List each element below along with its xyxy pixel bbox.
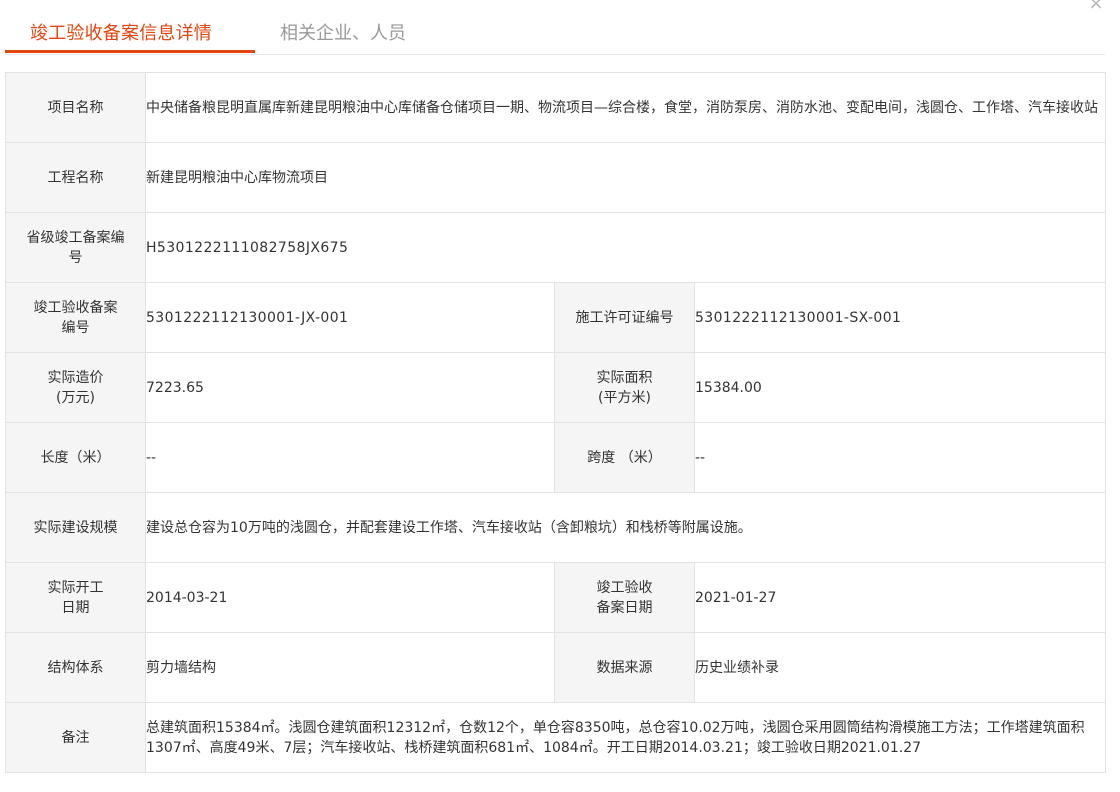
label-line: 实际造价 [47, 369, 104, 386]
tab-active-indicator [5, 50, 255, 53]
provincial-record-no-value: H5301222111082758JX675 [144, 212, 1107, 283]
record-no-value: 5301222112130001-JX-001 [145, 282, 555, 353]
field-label: 竣工验收 备案日期 [554, 562, 695, 633]
label-line: 竣工验收 [596, 579, 653, 596]
table-row: 实际建设规模 建设总仓容为10万吨的浅圆仓，并配套建设工作塔、汽车接收站（含卸粮… [5, 492, 1107, 563]
field-label: 项目名称 [5, 72, 146, 143]
tab-related-companies-personnel[interactable]: 相关企业、人员 [280, 20, 440, 54]
field-label: 实际建设规模 [5, 492, 146, 563]
table-row: 备注 总建筑面积15384㎡。浅圆仓建筑面积12312㎡，仓数12个，单仓容83… [5, 702, 1107, 773]
record-details-table: 项目名称 中央储备粮昆明直属库新建昆明粮油中心库储备仓储项目一期、物流项目—综合… [5, 72, 1107, 773]
table-row: 实际造价 (万元) 7223.65 实际面积 (平方米) 15384.00 [5, 352, 1107, 423]
label-line: 省级竣工备案编 [26, 229, 125, 246]
field-label: 施工许可证编号 [554, 282, 695, 353]
tab-label: 相关企业、人员 [280, 23, 406, 44]
field-label: 省级竣工备案编 号 [5, 212, 146, 283]
field-label: 长度（米） [5, 422, 146, 493]
label-line: 实际开工 [47, 579, 104, 596]
start-date-value: 2014-03-21 [145, 562, 555, 633]
label-line: (万元) [56, 389, 95, 406]
label-line: (平方米) [598, 389, 651, 406]
label-line: 日期 [61, 599, 90, 616]
label-line: 竣工验收备案 [33, 299, 118, 316]
span-value: -- [693, 422, 1107, 493]
table-row: 省级竣工备案编 号 H5301222111082758JX675 [5, 212, 1107, 283]
field-label: 备注 [5, 702, 146, 773]
tab-completion-record-details[interactable]: 竣工验收备案信息详情 [5, 20, 255, 54]
label-line: 备案日期 [596, 599, 653, 616]
table-row: 项目名称 中央储备粮昆明直属库新建昆明粮油中心库储备仓储项目一期、物流项目—综合… [5, 72, 1107, 143]
construction-scale-value: 建设总仓容为10万吨的浅圆仓，并配套建设工作塔、汽车接收站（含卸粮坑）和栈桥等附… [144, 492, 1107, 563]
tab-bar: 竣工验收备案信息详情 相关企业、人员 [5, 0, 1105, 55]
label-line: 编号 [61, 319, 90, 336]
label-line: 号 [68, 249, 83, 266]
table-row: 实际开工 日期 2014-03-21 竣工验收 备案日期 2021-01-27 [5, 562, 1107, 633]
structure-value: 剪力墙结构 [145, 632, 555, 703]
engineering-name-value: 新建昆明粮油中心库物流项目 [144, 142, 1107, 213]
field-label: 实际面积 (平方米) [554, 352, 695, 423]
remarks-value: 总建筑面积15384㎡。浅圆仓建筑面积12312㎡，仓数12个，单仓容8350吨… [144, 702, 1107, 773]
project-name-value: 中央储备粮昆明直属库新建昆明粮油中心库储备仓储项目一期、物流项目—综合楼，食堂，… [144, 72, 1107, 143]
table-row: 长度（米） -- 跨度 （米） -- [5, 422, 1107, 493]
field-label: 工程名称 [5, 142, 146, 213]
actual-area-value: 15384.00 [693, 352, 1107, 423]
field-label: 结构体系 [5, 632, 146, 703]
field-label: 竣工验收备案 编号 [5, 282, 146, 353]
field-label: 跨度 （米） [554, 422, 695, 493]
field-label: 实际造价 (万元) [5, 352, 146, 423]
tab-label: 竣工验收备案信息详情 [30, 23, 212, 44]
length-value: -- [145, 422, 555, 493]
data-source-value: 历史业绩补录 [693, 632, 1107, 703]
table-row: 工程名称 新建昆明粮油中心库物流项目 [5, 142, 1107, 213]
table-row: 竣工验收备案 编号 5301222112130001-JX-001 施工许可证编… [5, 282, 1107, 353]
actual-cost-value: 7223.65 [145, 352, 555, 423]
record-date-value: 2021-01-27 [693, 562, 1107, 633]
field-label: 实际开工 日期 [5, 562, 146, 633]
label-line: 实际面积 [596, 369, 653, 386]
field-label: 数据来源 [554, 632, 695, 703]
permit-no-value: 5301222112130001-SX-001 [693, 282, 1107, 353]
table-row: 结构体系 剪力墙结构 数据来源 历史业绩补录 [5, 632, 1107, 703]
